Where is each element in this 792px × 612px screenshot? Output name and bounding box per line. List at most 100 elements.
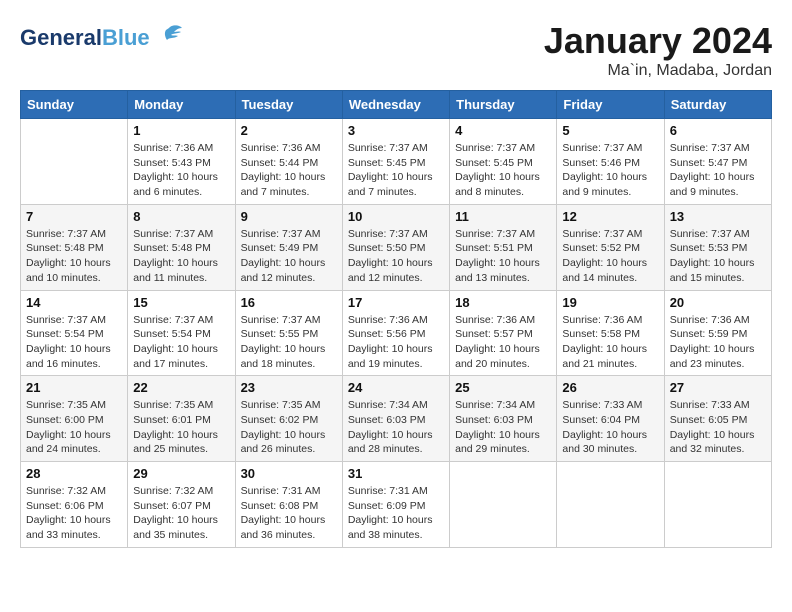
col-monday: Monday: [128, 91, 235, 119]
logo: GeneralBlue: [20, 20, 184, 55]
calendar-week-row: 7 Sunrise: 7:37 AMSunset: 5:48 PMDaylight…: [21, 204, 772, 290]
calendar-cell: 27 Sunrise: 7:33 AMSunset: 6:05 PMDayligh…: [664, 376, 771, 462]
day-number: 1: [133, 123, 229, 138]
day-number: 27: [670, 380, 766, 395]
calendar-cell: 20Sunrise: 7:36 AMSunset: 5:59 PMDayligh…: [664, 290, 771, 376]
day-number: 15: [133, 295, 229, 310]
day-info: Sunrise: 7:36 AMSunset: 5:58 PMDaylight:…: [562, 313, 658, 372]
calendar-cell: [450, 462, 557, 548]
calendar-cell: 18 Sunrise: 7:36 AMSunset: 5:57 PMDayligh…: [450, 290, 557, 376]
day-number: 25: [455, 380, 551, 395]
calendar-cell: 25 Sunrise: 7:34 AMSunset: 6:03 PMDayligh…: [450, 376, 557, 462]
day-info: Sunrise: 7:37 AMSunset: 5:47 PMDaylight:…: [670, 141, 766, 200]
calendar-cell: 7 Sunrise: 7:37 AMSunset: 5:48 PMDaylight…: [21, 204, 128, 290]
day-number: 6: [670, 123, 766, 138]
calendar-cell: 16 Sunrise: 7:37 AMSunset: 5:55 PMDayligh…: [235, 290, 342, 376]
day-number: 18: [455, 295, 551, 310]
calendar-cell: 29 Sunrise: 7:32 AMSunset: 6:07 PMDayligh…: [128, 462, 235, 548]
calendar-cell: [557, 462, 664, 548]
day-info: Sunrise: 7:37 AMSunset: 5:46 PMDaylight:…: [562, 141, 658, 200]
calendar-cell: 19Sunrise: 7:36 AMSunset: 5:58 PMDayligh…: [557, 290, 664, 376]
day-number: 10: [348, 209, 444, 224]
day-info: Sunrise: 7:37 AMSunset: 5:49 PMDaylight:…: [241, 227, 337, 286]
logo-bird-icon: [154, 20, 184, 55]
calendar-week-row: 28 Sunrise: 7:32 AMSunset: 6:06 PMDayligh…: [21, 462, 772, 548]
col-tuesday: Tuesday: [235, 91, 342, 119]
calendar-cell: 13 Sunrise: 7:37 AMSunset: 5:53 PMDayligh…: [664, 204, 771, 290]
calendar-week-row: 21Sunrise: 7:35 AMSunset: 6:00 PMDayligh…: [21, 376, 772, 462]
calendar-cell: 10 Sunrise: 7:37 AMSunset: 5:50 PMDayligh…: [342, 204, 449, 290]
day-number: 13: [670, 209, 766, 224]
day-number: 31: [348, 466, 444, 481]
calendar-cell: 22Sunrise: 7:35 AMSunset: 6:01 PMDayligh…: [128, 376, 235, 462]
col-wednesday: Wednesday: [342, 91, 449, 119]
calendar-cell: 21Sunrise: 7:35 AMSunset: 6:00 PMDayligh…: [21, 376, 128, 462]
header-row: Sunday Monday Tuesday Wednesday Thursday…: [21, 91, 772, 119]
calendar-week-row: 14 Sunrise: 7:37 AMSunset: 5:54 PMDayligh…: [21, 290, 772, 376]
calendar-body: 1 Sunrise: 7:36 AMSunset: 5:43 PMDaylight…: [21, 119, 772, 548]
calendar-cell: [21, 119, 128, 205]
day-number: 23: [241, 380, 337, 395]
day-info: Sunrise: 7:36 AMSunset: 5:43 PMDaylight:…: [133, 141, 229, 200]
page-header: GeneralBlue January 2024 Ma`in, Madaba, …: [20, 20, 772, 80]
day-number: 4: [455, 123, 551, 138]
calendar-cell: 8Sunrise: 7:37 AMSunset: 5:48 PMDaylight…: [128, 204, 235, 290]
calendar-cell: 3 Sunrise: 7:37 AMSunset: 5:45 PMDaylight…: [342, 119, 449, 205]
calendar-cell: 26Sunrise: 7:33 AMSunset: 6:04 PMDayligh…: [557, 376, 664, 462]
calendar-cell: 12Sunrise: 7:37 AMSunset: 5:52 PMDayligh…: [557, 204, 664, 290]
day-info: Sunrise: 7:37 AMSunset: 5:48 PMDaylight:…: [26, 227, 122, 286]
calendar-week-row: 1 Sunrise: 7:36 AMSunset: 5:43 PMDaylight…: [21, 119, 772, 205]
calendar-cell: 31 Sunrise: 7:31 AMSunset: 6:09 PMDayligh…: [342, 462, 449, 548]
title-block: January 2024 Ma`in, Madaba, Jordan: [544, 20, 772, 80]
calendar-cell: 11Sunrise: 7:37 AMSunset: 5:51 PMDayligh…: [450, 204, 557, 290]
day-info: Sunrise: 7:37 AMSunset: 5:55 PMDaylight:…: [241, 313, 337, 372]
day-info: Sunrise: 7:31 AMSunset: 6:09 PMDaylight:…: [348, 484, 444, 543]
calendar-cell: 5 Sunrise: 7:37 AMSunset: 5:46 PMDaylight…: [557, 119, 664, 205]
day-number: 9: [241, 209, 337, 224]
day-info: Sunrise: 7:32 AMSunset: 6:07 PMDaylight:…: [133, 484, 229, 543]
logo-text: GeneralBlue: [20, 25, 150, 51]
calendar-cell: 17Sunrise: 7:36 AMSunset: 5:56 PMDayligh…: [342, 290, 449, 376]
day-info: Sunrise: 7:35 AMSunset: 6:01 PMDaylight:…: [133, 398, 229, 457]
day-number: 2: [241, 123, 337, 138]
calendar-cell: 14 Sunrise: 7:37 AMSunset: 5:54 PMDayligh…: [21, 290, 128, 376]
calendar-cell: 24Sunrise: 7:34 AMSunset: 6:03 PMDayligh…: [342, 376, 449, 462]
calendar-table: Sunday Monday Tuesday Wednesday Thursday…: [20, 90, 772, 548]
col-thursday: Thursday: [450, 91, 557, 119]
day-number: 21: [26, 380, 122, 395]
day-info: Sunrise: 7:32 AMSunset: 6:06 PMDaylight:…: [26, 484, 122, 543]
day-info: Sunrise: 7:35 AMSunset: 6:02 PMDaylight:…: [241, 398, 337, 457]
day-number: 5: [562, 123, 658, 138]
calendar-cell: 28 Sunrise: 7:32 AMSunset: 6:06 PMDayligh…: [21, 462, 128, 548]
day-number: 26: [562, 380, 658, 395]
calendar-cell: 6 Sunrise: 7:37 AMSunset: 5:47 PMDaylight…: [664, 119, 771, 205]
day-number: 7: [26, 209, 122, 224]
day-info: Sunrise: 7:37 AMSunset: 5:50 PMDaylight:…: [348, 227, 444, 286]
day-info: Sunrise: 7:37 AMSunset: 5:45 PMDaylight:…: [348, 141, 444, 200]
calendar-header: Sunday Monday Tuesday Wednesday Thursday…: [21, 91, 772, 119]
calendar-cell: [664, 462, 771, 548]
col-friday: Friday: [557, 91, 664, 119]
day-info: Sunrise: 7:37 AMSunset: 5:53 PMDaylight:…: [670, 227, 766, 286]
day-info: Sunrise: 7:37 AMSunset: 5:45 PMDaylight:…: [455, 141, 551, 200]
calendar-cell: 30 Sunrise: 7:31 AMSunset: 6:08 PMDayligh…: [235, 462, 342, 548]
day-number: 16: [241, 295, 337, 310]
day-info: Sunrise: 7:34 AMSunset: 6:03 PMDaylight:…: [455, 398, 551, 457]
day-info: Sunrise: 7:37 AMSunset: 5:54 PMDaylight:…: [26, 313, 122, 372]
day-number: 3: [348, 123, 444, 138]
day-info: Sunrise: 7:36 AMSunset: 5:44 PMDaylight:…: [241, 141, 337, 200]
day-number: 28: [26, 466, 122, 481]
calendar-cell: 1 Sunrise: 7:36 AMSunset: 5:43 PMDaylight…: [128, 119, 235, 205]
day-info: Sunrise: 7:37 AMSunset: 5:48 PMDaylight:…: [133, 227, 229, 286]
day-number: 30: [241, 466, 337, 481]
day-number: 14: [26, 295, 122, 310]
day-number: 11: [455, 209, 551, 224]
day-info: Sunrise: 7:33 AMSunset: 6:05 PMDaylight:…: [670, 398, 766, 457]
day-number: 29: [133, 466, 229, 481]
day-info: Sunrise: 7:36 AMSunset: 5:56 PMDaylight:…: [348, 313, 444, 372]
calendar-cell: 2 Sunrise: 7:36 AMSunset: 5:44 PMDaylight…: [235, 119, 342, 205]
calendar-cell: 9 Sunrise: 7:37 AMSunset: 5:49 PMDaylight…: [235, 204, 342, 290]
day-info: Sunrise: 7:31 AMSunset: 6:08 PMDaylight:…: [241, 484, 337, 543]
day-number: 12: [562, 209, 658, 224]
day-info: Sunrise: 7:36 AMSunset: 5:57 PMDaylight:…: [455, 313, 551, 372]
